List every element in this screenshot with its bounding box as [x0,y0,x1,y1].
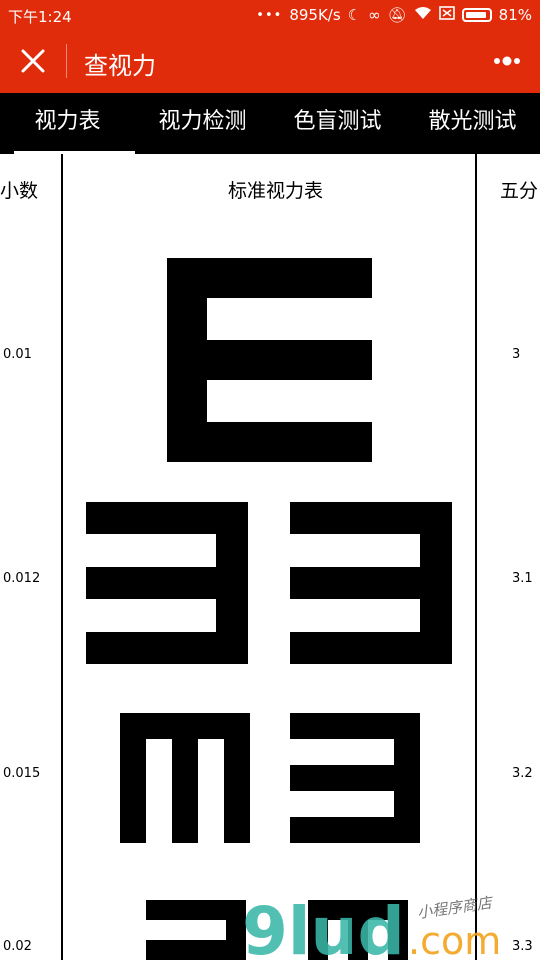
optotype-e-right [167,258,372,462]
watermark-graphic: 9lud .com 小程序商店 [242,893,501,960]
optotype-e-left [86,502,248,664]
optotype-e-left [290,502,452,664]
watermark-subtitle: 小程序商店 [416,893,495,922]
watermark-logo: 9lud .com 小程序商店 [240,888,540,960]
optotype-e-down [120,713,250,843]
optotype-e-left [146,900,246,960]
watermark-domain: .com [408,919,501,960]
tumbling-e-chart [86,258,452,960]
optotype-e-left [290,713,420,843]
watermark-text: 9lud [242,893,405,960]
